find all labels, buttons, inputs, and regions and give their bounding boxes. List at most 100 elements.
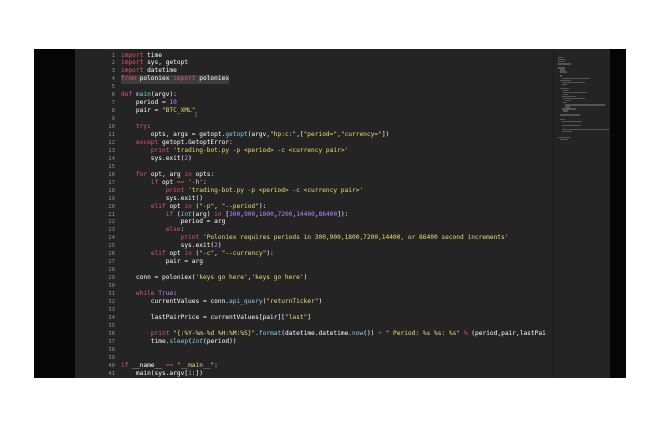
code-line[interactable]: lastPairPrice = currentValues[pair]["las… [121,314,311,322]
code-token: sys.exit() [121,194,203,202]
code-token: 14400 [296,210,315,218]
code-token: : [214,361,218,369]
line-number: 12 [108,139,115,146]
code-token: "hp:c:" [270,131,297,138]
line-number: 5 [111,84,115,91]
code-token: (period,pair,lastPai [467,329,546,337]
code-token: ]) [381,131,390,138]
code-token: print [165,186,185,194]
code-token: sys.exit( [121,154,185,162]
code-line[interactable]: time.sleep(int(period)) [121,338,237,346]
code-line[interactable]: else: [121,226,185,234]
code-token: 'keys go here' [195,274,248,282]
code-line[interactable]: main(sys.argv[1:]) [121,370,203,378]
line-number: 3 [111,68,115,75]
code-line[interactable]: except getopt.GetoptError: [121,139,233,147]
code-line[interactable]: if __name__ == "__main__": [121,362,218,370]
code-token: ()) [363,329,379,337]
code-token: except [135,138,159,146]
code-token: : [173,290,177,297]
code-token: elif [150,202,166,210]
minimap-line [565,104,605,106]
line-number: 8 [111,108,115,115]
code-editor[interactable]: 1 2 3 4 5 6 7 8 9 10 11 12 13 14 15 16 17 18 19 20 21 22 23 24 2… [75,49,610,378]
code-token: : [180,226,185,234]
line-number: 40 [108,362,115,369]
line-number: 22 [108,219,115,226]
code-line[interactable]: period = 10 [121,99,177,107]
line-number: 19 [108,195,115,202]
minimap-line [561,130,572,133]
code-token: ] [307,313,312,321]
code-area[interactable]: import time import sys, getopt import date… [121,49,546,378]
code-token: "--currency" [221,250,267,258]
code-token: opt [165,202,185,210]
line-number: 18 [108,187,115,194]
code-token: pair = [121,107,162,115]
line-number: 10 [108,124,115,131]
code-line[interactable]: sys.exit() [121,195,203,203]
code-token: __name__ [128,361,166,369]
code-token: ) [188,154,192,162]
code-line[interactable]: from poloniex import poloniex [121,75,230,84]
code-token: int [191,337,203,345]
code-token: print [180,234,200,242]
line-number: 17 [108,179,115,186]
code-token: opt, arg [147,170,185,178]
code-line[interactable]: sys.exit(2) [121,242,222,250]
code-token: opts, args = getopt. [121,131,226,138]
code-token: ): [266,250,274,258]
code-token: api_query [229,297,263,305]
code-token: getopt [225,131,248,138]
code-line[interactable]: sys.exit(2) [121,155,192,163]
code-line[interactable]: import datetime [121,67,177,75]
code-line[interactable]: print 'trading-bot.py -p <period> -c <cu… [121,147,348,155]
line-number: 28 [108,267,115,274]
code-line[interactable]: try: [121,123,151,131]
code-line[interactable]: print 'Poloniex requires periods in 300,… [121,234,509,242]
line-number: 14 [108,155,115,162]
code-token: try [135,123,148,131]
code-line[interactable]: elif opt in ("-p", "--period"): [121,202,267,211]
code-token: 7200 [277,210,293,218]
minimap-line [561,120,583,122]
minimap-line [561,124,581,127]
code-line[interactable]: period = arg [121,218,226,226]
code-token: 900 [243,210,256,218]
minimap[interactable] [553,49,611,378]
code-token: ( [173,210,181,218]
code-token: "-c" [199,250,215,258]
line-number: 23 [108,227,115,234]
code-line[interactable]: conn = poloniex('keys go here','keys go … [121,274,307,282]
code-line[interactable]: if opt == '-h': [121,179,207,187]
code-line[interactable]: import sys, getopt [121,59,188,67]
code-token: pair = arg [121,258,203,266]
code-token: "returnTicker" [266,297,319,305]
code-token: , [214,202,222,210]
code-line[interactable]: pair = arg [121,258,203,266]
code-token: (datetime.datetime. [281,329,353,337]
code-token: 'Poloniex requires periods in 300,900,18… [202,234,509,242]
code-line[interactable]: pair = "BTC_XML" [121,107,196,115]
code-token: main(sys.argv[ [121,369,189,377]
line-number: 13 [108,147,115,154]
code-token: sys.exit( [121,242,215,250]
line-number: 35 [108,322,115,329]
code-token: from [121,75,136,83]
code-line[interactable]: print 'trading-bot.py -p <period> -c <cu… [121,187,363,195]
code-token: poloniex [135,75,174,83]
line-number: 38 [108,346,115,353]
line-number: 32 [108,298,115,305]
code-token: while [135,290,155,297]
code-line[interactable]: currentValues = conn.api_query("returnTi… [121,298,322,306]
code-token: ) [303,274,308,282]
code-token: int [180,210,192,218]
code-token: True [158,290,174,297]
code-token: period = [121,99,170,107]
